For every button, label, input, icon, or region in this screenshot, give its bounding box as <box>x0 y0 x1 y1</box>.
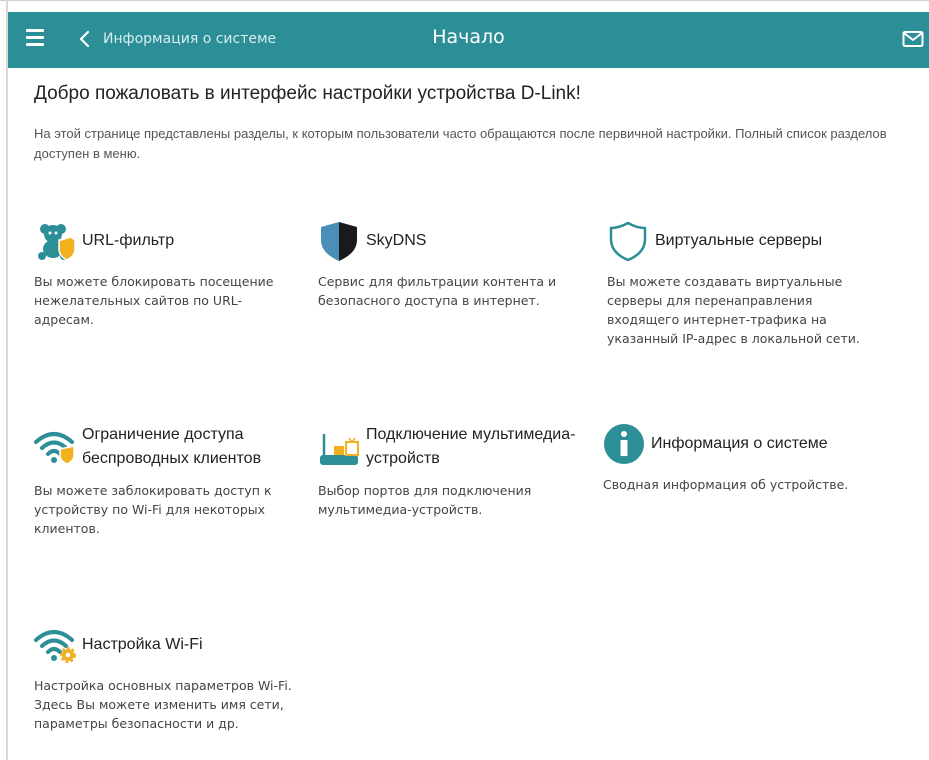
card-wireless-clients-restriction[interactable]: Ограничение доступа беспроводных клиенто… <box>34 423 294 538</box>
welcome-heading: Добро пожаловать в интерфейс настройки у… <box>34 83 581 104</box>
top-bar: Информация о системе Начало <box>8 12 929 68</box>
card-title: Подключение мультимедиа-устройств <box>366 426 576 467</box>
page-title: Начало <box>432 26 505 48</box>
card-multimedia-devices[interactable]: Подключение мультимедиа-устройств Выбор … <box>318 423 578 519</box>
card-description: Сводная информация об устройстве. <box>603 477 849 492</box>
card-title: Настройка Wi-Fi <box>82 636 203 653</box>
mail-icon[interactable] <box>902 29 924 49</box>
card-description: Вы можете создавать виртуальные серверы … <box>607 274 860 346</box>
wifi-shield-icon <box>34 432 75 465</box>
card-title: SkyDNS <box>366 232 427 249</box>
card-title: Информация о системе <box>651 435 828 452</box>
skydns-shield-icon <box>321 222 357 261</box>
window-left-border <box>6 0 8 760</box>
card-title: Ограничение доступа беспроводных клиенто… <box>82 426 262 467</box>
url-filter-icon <box>38 224 76 261</box>
card-description: Вы можете заблокировать доступ к устройс… <box>34 483 272 536</box>
info-icon <box>604 424 644 464</box>
card-description: Настройка основных параметров Wi-Fi. Зде… <box>34 678 292 731</box>
card-title: URL-фильтр <box>82 232 175 249</box>
card-description: Выбор портов для подключения мультимедиа… <box>318 483 532 517</box>
card-wifi-setup[interactable]: Настройка Wi-Fi Настройка основных парам… <box>34 624 294 733</box>
window-top-border <box>0 0 929 1</box>
wifi-gear-icon <box>34 630 76 663</box>
card-title: Виртуальные серверы <box>655 232 823 249</box>
card-system-info[interactable]: Информация о системе Сводная информация … <box>603 423 873 494</box>
card-virtual-servers[interactable]: Виртуальные серверы Вы можете создавать … <box>607 220 877 348</box>
intro-text: На этой странице представлены разделы, к… <box>34 126 887 161</box>
router-tv-icon <box>320 434 359 465</box>
card-description: Сервис для фильтрации контента и безопас… <box>318 274 557 308</box>
card-url-filter[interactable]: URL-фильтр Вы можете блокировать посещен… <box>34 220 294 329</box>
shield-outline-icon <box>609 221 647 262</box>
card-skydns[interactable]: SkyDNS Сервис для фильтрации контента и … <box>318 220 578 310</box>
card-description: Вы можете блокировать посещение нежелате… <box>34 274 274 327</box>
